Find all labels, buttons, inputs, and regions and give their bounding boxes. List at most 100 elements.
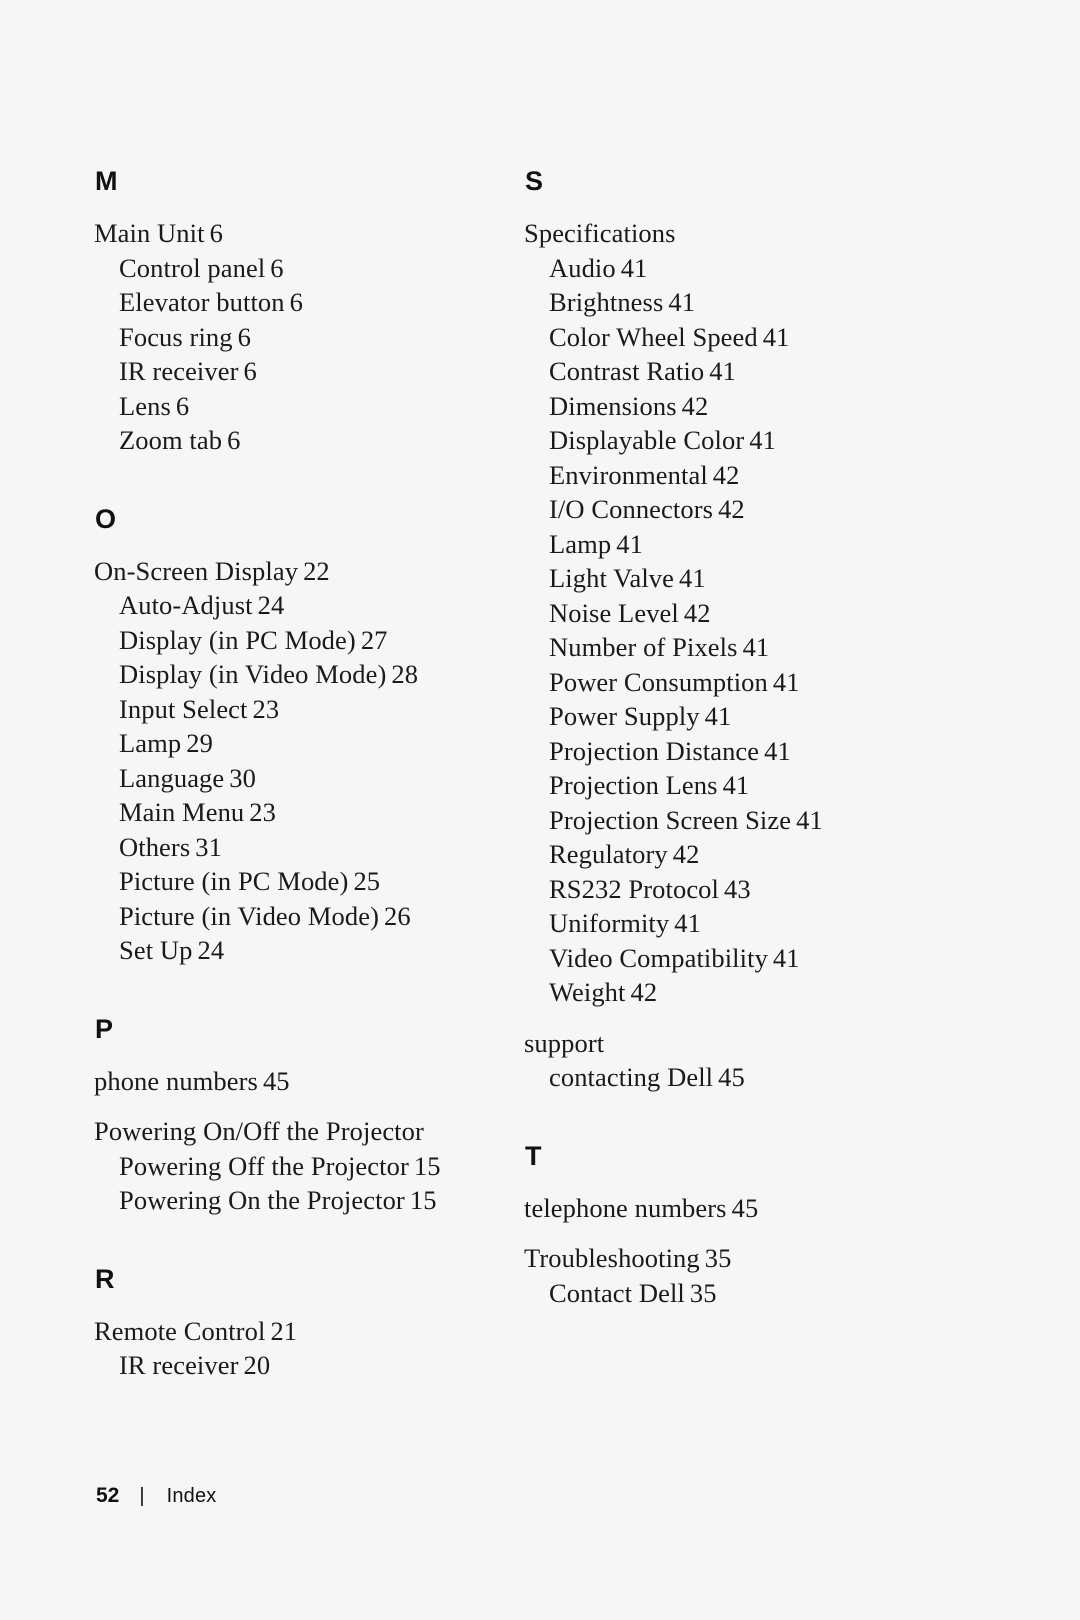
- index-entry[interactable]: support: [524, 1026, 954, 1061]
- index-subentry[interactable]: Light Valve 41: [524, 561, 954, 596]
- index-entry-label: I/O Connectors: [549, 494, 714, 524]
- index-subentry[interactable]: Number of Pixels 41: [524, 630, 954, 665]
- index-entry-page-number: 27: [360, 624, 388, 655]
- index-subentry[interactable]: Power Consumption 41: [524, 665, 954, 700]
- index-subentry[interactable]: I/O Connectors 42: [524, 492, 954, 527]
- index-entry-label: Light Valve: [549, 563, 674, 593]
- index-entry[interactable]: Main Unit 6: [94, 216, 524, 251]
- index-section-m: M Main Unit 6 Control panel 6 Elevator button…: [94, 168, 524, 458]
- index-subentry[interactable]: Contact Dell 35: [524, 1276, 954, 1311]
- index-subentry[interactable]: Power Supply 41: [524, 699, 954, 734]
- index-subentry[interactable]: Projection Lens 41: [524, 768, 954, 803]
- index-subentry[interactable]: Brightness 41: [524, 285, 954, 320]
- index-subentry[interactable]: Input Select 23: [94, 692, 524, 727]
- index-subentry[interactable]: Regulatory 42: [524, 837, 954, 872]
- index-subentry[interactable]: Others 31: [94, 830, 524, 865]
- section-letter-heading: T: [525, 1140, 542, 1171]
- index-subentry[interactable]: Picture (in Video Mode) 26: [94, 899, 524, 934]
- index-entry-label: Environmental: [549, 459, 708, 490]
- index-subentry[interactable]: Elevator button 6: [94, 285, 524, 320]
- index-subentry[interactable]: Lens 6: [94, 389, 524, 424]
- index-subentry[interactable]: Powering Off the Projector 15: [94, 1149, 524, 1184]
- index-subentry[interactable]: Projection Distance 41: [524, 734, 954, 769]
- index-section-o: O On-Screen Display 22 Auto-Adjust 24 Display…: [94, 503, 524, 968]
- index-entry-page-number: 6: [243, 356, 257, 386]
- index-subentry[interactable]: Zoom tab 6: [94, 423, 524, 458]
- index-entry-label: Projection Distance: [549, 735, 760, 766]
- index-subentry[interactable]: Powering On the Projector 15: [94, 1183, 524, 1218]
- index-entry-label: Display (in PC Mode): [119, 624, 356, 655]
- section-letter-heading: O: [95, 503, 116, 534]
- index-entry-page-number: 6: [209, 218, 223, 248]
- index-subentry[interactable]: Display (in Video Mode) 28: [94, 657, 524, 692]
- index-entry[interactable]: telephone numbers 45: [524, 1191, 954, 1226]
- index-subentry[interactable]: Displayable Color 41: [524, 423, 954, 458]
- index-entry-label: Dimensions: [549, 390, 677, 421]
- index-subentry[interactable]: Color Wheel Speed 41: [524, 320, 954, 355]
- index-subentry[interactable]: Audio 41: [524, 251, 954, 286]
- index-entry-label: Powering Off the Projector: [119, 1150, 409, 1181]
- index-subentry[interactable]: Picture (in PC Mode) 25: [94, 864, 524, 899]
- footer-separator: |: [139, 1485, 145, 1507]
- index-entry[interactable]: Remote Control 21: [94, 1314, 524, 1349]
- index-entry-label: Displayable Color: [549, 425, 745, 455]
- section-letter-heading: R: [95, 1263, 115, 1294]
- section-letter-heading: M: [95, 166, 118, 196]
- index-entry-page-number: 23: [249, 797, 276, 827]
- index-entry-page-number: 30: [229, 762, 256, 793]
- index-entry-page-number: 41: [749, 425, 776, 455]
- index-entry-label: phone numbers: [94, 1065, 258, 1096]
- index-section-s: S Specifications Audio 41 Brightness 41 Color …: [524, 168, 954, 1095]
- index-subentry[interactable]: Display (in PC Mode) 27: [94, 623, 524, 658]
- index-entry-label: Regulatory: [549, 839, 668, 869]
- index-entry[interactable]: phone numbers 45: [94, 1064, 524, 1099]
- index-entry[interactable]: Troubleshooting 35: [524, 1241, 954, 1276]
- index-subentry[interactable]: Video Compatibility 41: [524, 941, 954, 976]
- index-entry[interactable]: Specifications: [524, 216, 954, 251]
- index-subentry[interactable]: Dimensions 42: [524, 389, 954, 424]
- index-entry-label: Main Unit: [94, 218, 205, 248]
- index-entry-group: Troubleshooting 35 Contact Dell 35: [524, 1241, 954, 1310]
- index-subentry[interactable]: contacting Dell 45: [524, 1060, 954, 1095]
- index-entry-label: Focus ring: [119, 321, 233, 352]
- index-entry[interactable]: On-Screen Display 22: [94, 554, 524, 589]
- index-subentry[interactable]: Control panel 6: [94, 251, 524, 286]
- index-page: M Main Unit 6 Control panel 6 Elevator button…: [0, 0, 1080, 1620]
- index-entry-page-number: 45: [718, 1062, 745, 1092]
- index-subentry[interactable]: Main Menu 23: [94, 795, 524, 830]
- index-subentry[interactable]: Environmental 42: [524, 458, 954, 493]
- index-entry-label: Picture (in PC Mode): [119, 866, 349, 896]
- index-entry-label: On-Screen Display: [94, 555, 299, 586]
- index-entry-page-number: 41: [709, 356, 736, 386]
- index-subentry[interactable]: Contrast Ratio 41: [524, 354, 954, 389]
- index-subentry[interactable]: Focus ring 6: [94, 320, 524, 355]
- index-subentry[interactable]: Uniformity 41: [524, 906, 954, 941]
- index-entry-page-number: 41: [742, 632, 770, 662]
- index-entry-label: Uniformity: [549, 908, 670, 938]
- index-entry-page-number: 6: [270, 252, 284, 283]
- index-entry-label: Contact Dell: [549, 1277, 685, 1308]
- index-entry-page-number: 20: [243, 1350, 271, 1380]
- index-entry-group: phone numbers 45: [94, 1064, 524, 1099]
- index-entry-label: IR receiver: [119, 356, 239, 386]
- index-subentry[interactable]: RS232 Protocol 43: [524, 872, 954, 907]
- page-footer: 52 | Index: [96, 1484, 217, 1508]
- index-subentry[interactable]: Noise Level 42: [524, 596, 954, 631]
- index-subentry[interactable]: Auto-Adjust 24: [94, 588, 524, 623]
- index-subentry[interactable]: IR receiver 20: [94, 1348, 524, 1383]
- index-section-r: R Remote Control 21 IR receiver 20: [94, 1263, 524, 1383]
- index-subentry[interactable]: Lamp 41: [524, 527, 954, 562]
- index-entry-page-number: 15: [409, 1185, 437, 1215]
- index-subentry[interactable]: Language 30: [94, 761, 524, 796]
- index-subentry[interactable]: Projection Screen Size 41: [524, 803, 954, 838]
- index-subentry[interactable]: Weight 42: [524, 975, 954, 1010]
- index-entry-label: Picture (in Video Mode): [119, 900, 380, 931]
- index-subentry[interactable]: Lamp 29: [94, 726, 524, 761]
- index-entry-label: Contrast Ratio: [549, 356, 705, 386]
- index-subentry[interactable]: Set Up 24: [94, 933, 524, 968]
- index-subentry[interactable]: IR receiver 6: [94, 354, 524, 389]
- index-entry-label: Number of Pixels: [549, 632, 738, 662]
- index-entry[interactable]: Powering On/Off the Projector: [94, 1114, 524, 1149]
- index-entry-page-number: 41: [722, 770, 750, 800]
- section-letter-heading: S: [525, 166, 543, 196]
